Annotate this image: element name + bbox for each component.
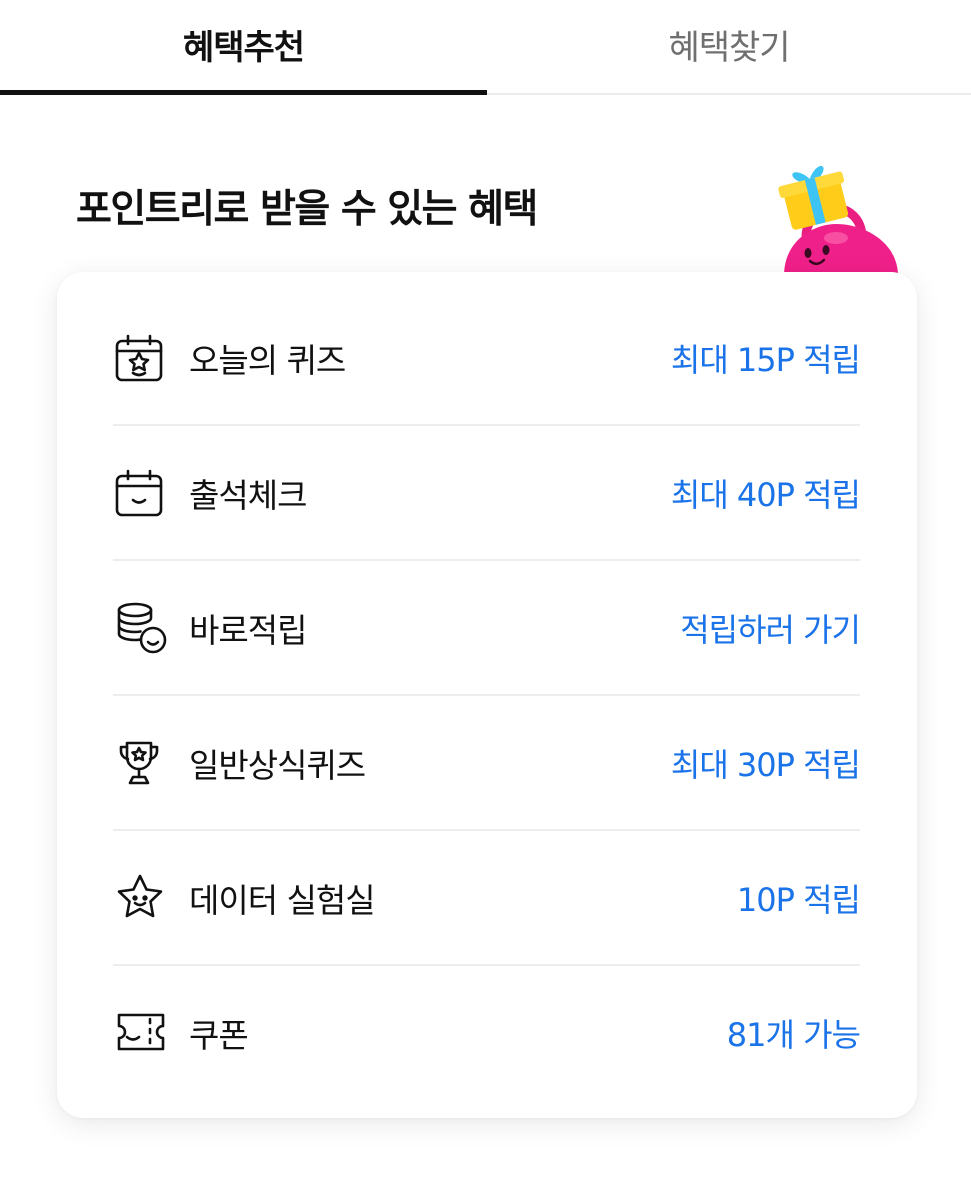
active-tab-indicator <box>0 90 487 95</box>
tab-benefit-recommend[interactable]: 혜택추천 <box>0 0 487 95</box>
benefit-row-general-quiz[interactable]: 일반상식퀴즈 최대 30P 적립 <box>113 695 861 830</box>
benefit-label: 바로적립 <box>189 610 307 650</box>
benefit-row-instant-earn[interactable]: 바로적립 적립하러 가기 <box>113 560 861 695</box>
benefit-row-attendance[interactable]: 출석체크 최대 40P 적립 <box>113 425 861 560</box>
benefit-value: 81개 가능 <box>726 1015 861 1054</box>
benefit-value: 최대 40P 적립 <box>670 475 861 514</box>
benefit-value: 최대 15P 적립 <box>670 340 861 379</box>
mascot-gift-illustration <box>778 166 898 276</box>
benefit-row-coupon[interactable]: 쿠폰 81개 가능 <box>113 965 861 1100</box>
tab-benefit-search[interactable]: 혜택찾기 <box>487 0 971 95</box>
star-icon <box>113 868 173 928</box>
benefit-label: 출석체크 <box>189 475 307 515</box>
benefit-card: 오늘의 퀴즈 최대 15P 적립 출석체크 최대 40P 적립 바로적립 적립하… <box>57 272 917 1118</box>
tab-label: 혜택추천 <box>182 28 305 68</box>
benefit-label: 일반상식퀴즈 <box>189 745 366 785</box>
tab-bar: 혜택추천 혜택찾기 <box>0 0 971 95</box>
benefit-label: 데이터 실험실 <box>189 880 376 920</box>
benefit-label: 쿠폰 <box>189 1015 249 1055</box>
benefit-value: 적립하러 가기 <box>680 610 861 649</box>
benefit-row-daily-quiz[interactable]: 오늘의 퀴즈 최대 15P 적립 <box>113 290 861 425</box>
benefit-label: 오늘의 퀴즈 <box>189 340 346 380</box>
benefit-value: 최대 30P 적립 <box>670 745 861 784</box>
attendance-calendar-icon <box>113 463 173 523</box>
benefit-value: 10P 적립 <box>736 880 861 919</box>
trophy-icon <box>113 733 173 793</box>
benefit-row-data-lab[interactable]: 데이터 실험실 10P 적립 <box>113 830 861 965</box>
section-title: 포인트리로 받을 수 있는 혜택 <box>76 187 538 232</box>
quiz-calendar-icon <box>113 328 173 388</box>
coin-stack-icon <box>113 598 173 658</box>
coupon-icon <box>113 1003 173 1063</box>
tab-label: 혜택찾기 <box>668 28 790 68</box>
